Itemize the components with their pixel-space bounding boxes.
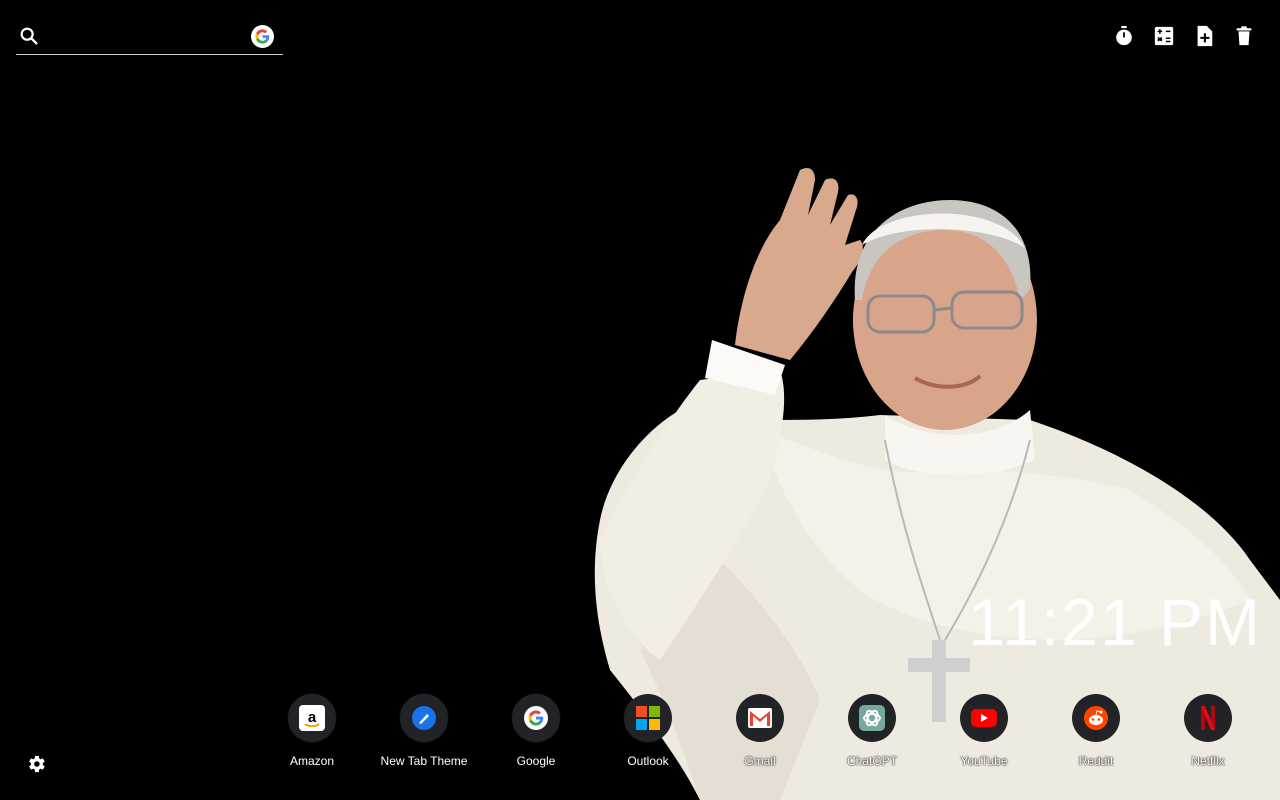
toolbar xyxy=(1112,24,1256,48)
shortcut-youtube[interactable]: YouTube xyxy=(928,694,1040,768)
shortcut-outlook[interactable]: Outlook xyxy=(592,694,704,768)
shortcut-label: Outlook xyxy=(627,754,669,768)
shortcut-amazon[interactable]: a Amazon xyxy=(256,694,368,768)
gmail-icon xyxy=(736,694,784,742)
shortcut-new-tab-theme[interactable]: New Tab Theme xyxy=(368,694,480,768)
clock-time: 11:21 PM xyxy=(968,585,1262,659)
google-icon xyxy=(512,694,560,742)
gear-icon[interactable] xyxy=(25,753,47,775)
shortcut-label: YouTube xyxy=(960,754,1008,768)
amazon-icon: a xyxy=(288,694,336,742)
svg-text:a: a xyxy=(308,709,317,726)
shortcut-label: Netflix xyxy=(1191,754,1225,768)
chatgpt-icon xyxy=(848,694,896,742)
shortcut-label: Reddit xyxy=(1078,754,1114,768)
search-bar xyxy=(16,18,283,55)
shortcut-reddit[interactable]: Reddit xyxy=(1040,694,1152,768)
new-tab-theme-icon xyxy=(400,694,448,742)
shortcut-label: ChatGPT xyxy=(846,754,897,768)
search-input[interactable] xyxy=(52,24,246,50)
shortcut-label: Google xyxy=(516,754,556,768)
microsoft-icon xyxy=(624,694,672,742)
new-note-icon[interactable] xyxy=(1192,24,1216,48)
shortcut-netflix[interactable]: Netflix xyxy=(1152,694,1264,768)
shortcut-chatgpt[interactable]: ChatGPT xyxy=(816,694,928,768)
shortcut-label: Amazon xyxy=(289,754,335,768)
shortcut-label: New Tab Theme xyxy=(380,754,468,768)
search-icon[interactable] xyxy=(18,25,40,47)
shortcuts-dock: a Amazon New Tab Theme Google Outlook Gm… xyxy=(256,694,1264,768)
youtube-icon xyxy=(960,694,1008,742)
trash-icon[interactable] xyxy=(1232,24,1256,48)
shortcut-label: Gmail xyxy=(744,754,776,768)
calculator-icon[interactable] xyxy=(1152,24,1176,48)
wallpaper-image xyxy=(0,0,1280,800)
shortcut-google[interactable]: Google xyxy=(480,694,592,768)
stopwatch-icon[interactable] xyxy=(1112,24,1136,48)
reddit-icon xyxy=(1072,694,1120,742)
netflix-icon xyxy=(1184,694,1232,742)
shortcut-gmail[interactable]: Gmail xyxy=(704,694,816,768)
google-icon[interactable] xyxy=(251,25,274,48)
